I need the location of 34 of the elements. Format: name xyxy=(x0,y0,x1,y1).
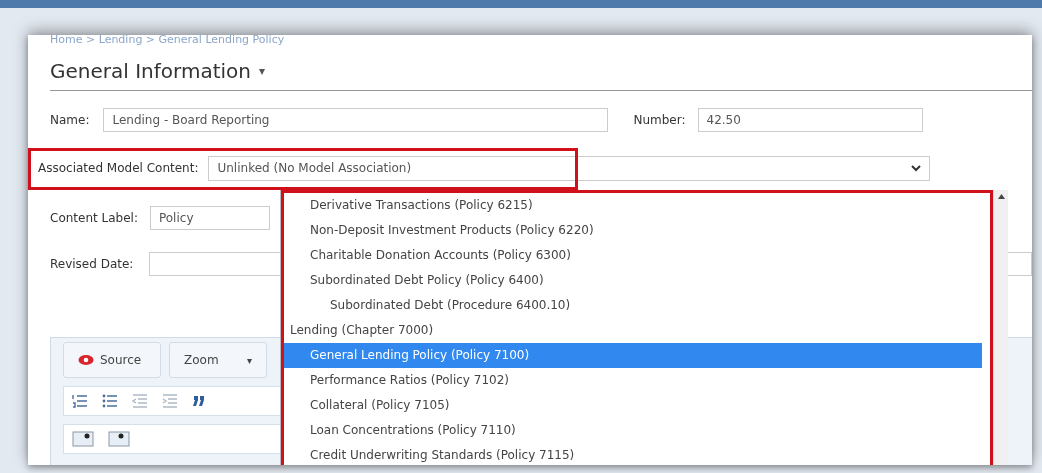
breadcrumb: Home > Lending > General Lending Policy xyxy=(50,35,286,47)
field-label: Number: xyxy=(633,113,686,127)
dropdown-option[interactable]: Derivative Transactions (Policy 6215) xyxy=(284,193,982,218)
dropdown-option[interactable]: Credit Underwriting Standards (Policy 7115) xyxy=(284,443,982,465)
image-icon[interactable] xyxy=(72,431,94,447)
model-select[interactable]: Unlinked (No Model Association) xyxy=(208,155,931,181)
field-label: Content Label: xyxy=(50,211,138,225)
dropdown-option[interactable]: Performance Ratios (Policy 7102) xyxy=(284,368,982,393)
zoom-button[interactable]: Zoom ▾ xyxy=(169,342,267,378)
source-button[interactable]: Source xyxy=(63,342,161,378)
dropdown-option[interactable]: Subordinated Debt Policy (Policy 6400) xyxy=(284,268,982,293)
dropdown-option[interactable]: Loan Concentrations (Policy 7110) xyxy=(284,418,982,443)
scroll-up-icon[interactable] xyxy=(997,194,1005,199)
number-field[interactable]: 42.50 xyxy=(697,108,923,132)
field-label: Name: xyxy=(50,113,90,127)
content-label-field[interactable]: Policy xyxy=(149,206,270,230)
numbered-list-icon[interactable] xyxy=(72,394,88,408)
field-label: Revised Date: xyxy=(50,257,134,271)
caret-icon[interactable]: ▾ xyxy=(258,63,265,78)
dropdown-option[interactable]: General Lending Policy (Policy 7100) xyxy=(284,343,982,368)
name-field[interactable]: Lending - Board Reporting xyxy=(103,108,609,132)
scrollbar[interactable] xyxy=(993,190,1008,465)
dropdown-option[interactable]: Collateral (Policy 7105) xyxy=(284,393,982,418)
image-icon[interactable] xyxy=(108,431,130,447)
bullet-list-icon[interactable] xyxy=(102,394,118,408)
field-label: Associated Model Content: xyxy=(38,161,199,175)
dropdown-option[interactable]: Charitable Donation Accounts (Policy 6300) xyxy=(284,243,982,268)
dropdown-option[interactable]: Non-Deposit Investment Products (Policy 6220) xyxy=(284,218,982,243)
chevron-down-icon xyxy=(911,164,922,172)
eye-icon xyxy=(78,354,94,366)
quote-icon[interactable] xyxy=(192,396,206,406)
dropdown-option[interactable]: Lending (Chapter 7000) xyxy=(284,318,982,343)
section-title: General Information xyxy=(50,58,251,83)
dropdown-option[interactable]: Subordinated Debt (Procedure 6400.10) xyxy=(284,293,982,318)
